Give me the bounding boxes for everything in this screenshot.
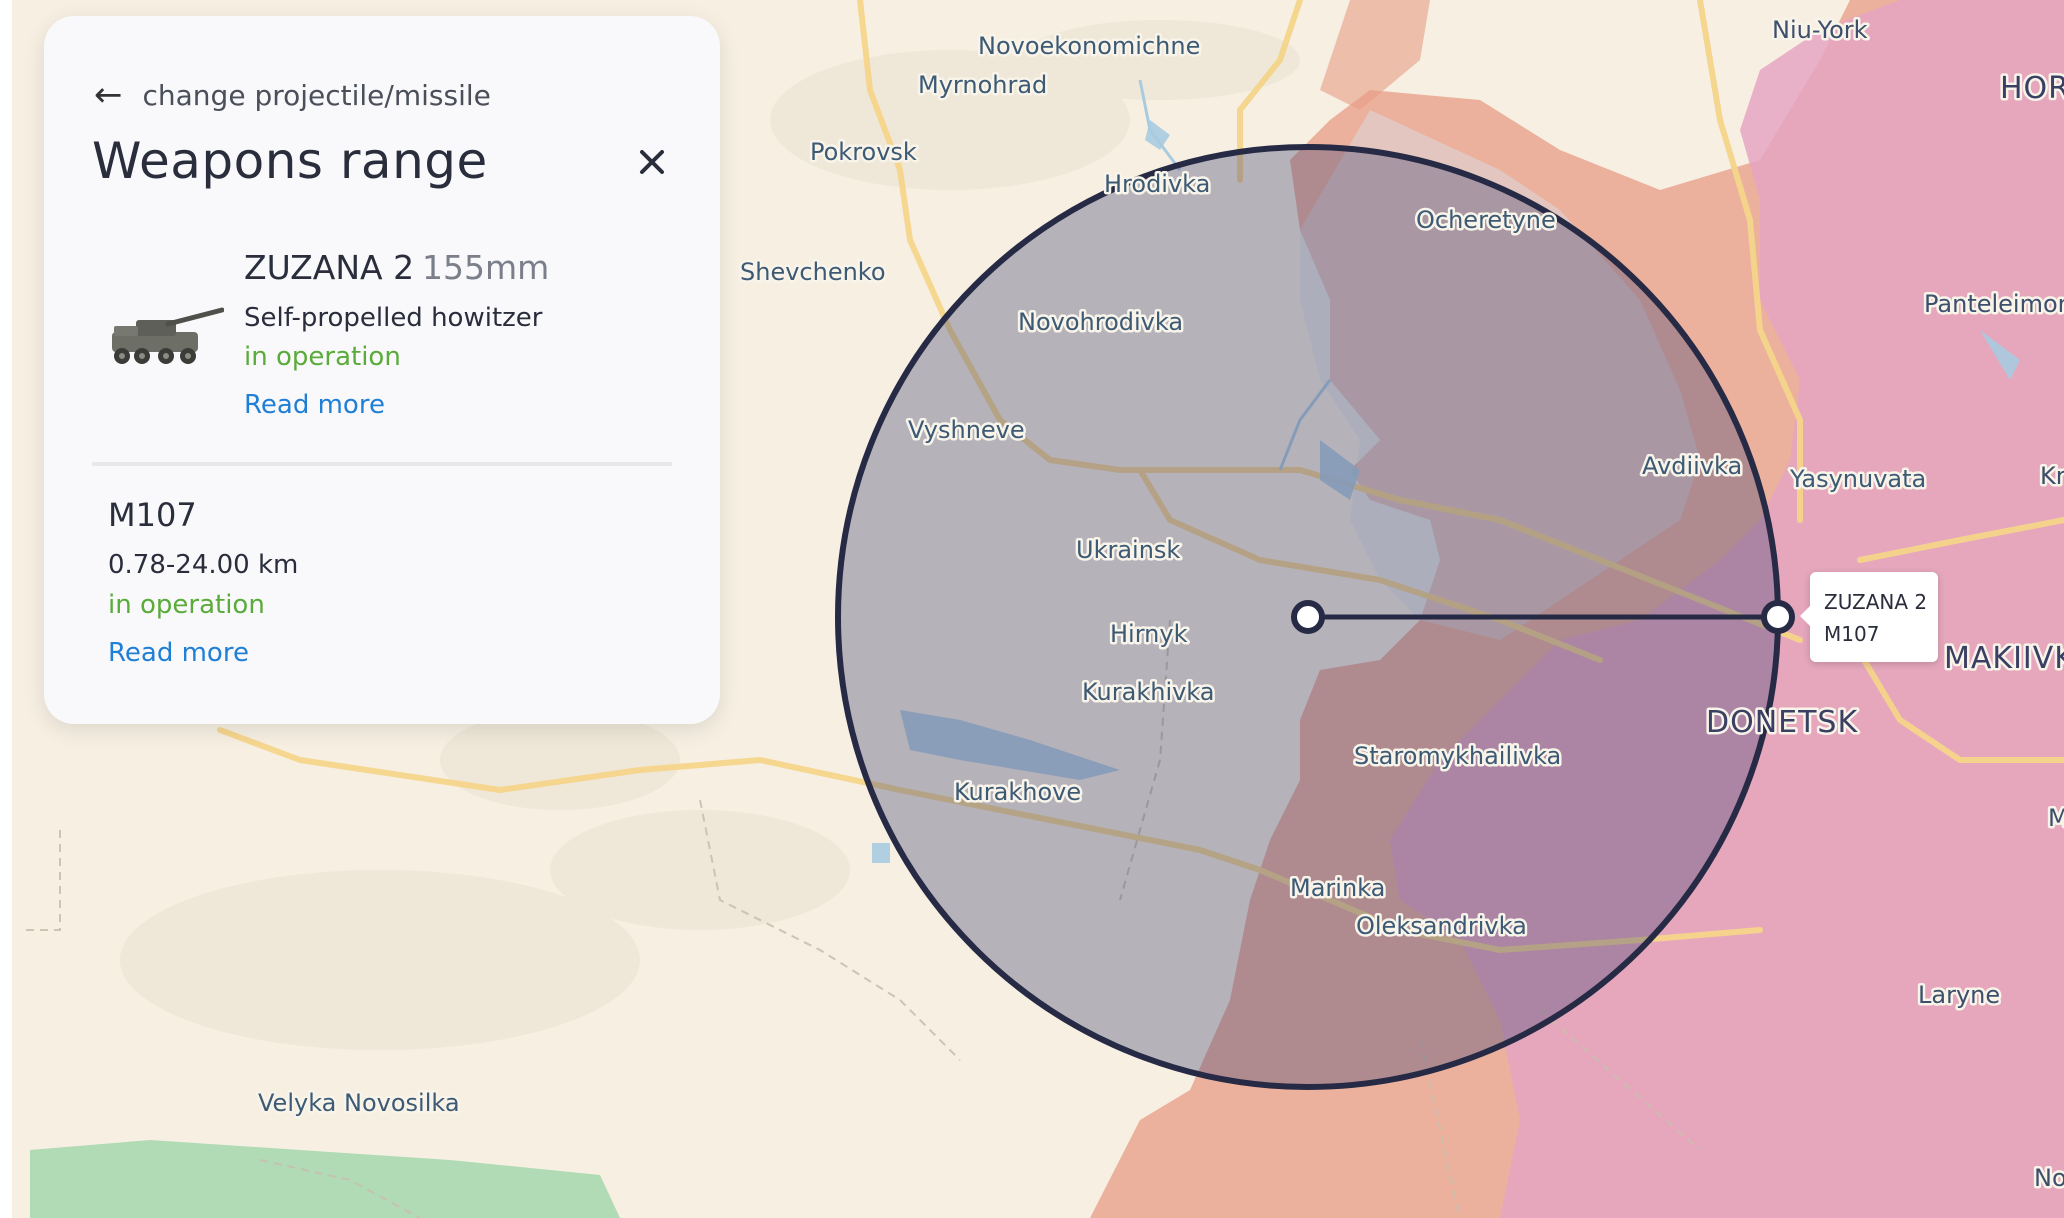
ammo-range: 0.78-24.00 km	[108, 550, 299, 580]
back-arrow-icon: ←	[94, 75, 123, 115]
edge-handle	[1761, 600, 1795, 634]
range-tooltip: ZUZANA 2 M107	[1800, 572, 1938, 662]
weapons-range-panel: ← change projectile/missile Weapons rang…	[44, 16, 720, 724]
back-label: change projectile/missile	[142, 78, 491, 112]
ammo-name: M107	[108, 496, 197, 534]
ammo-read-more-link[interactable]: Read more	[108, 638, 249, 668]
weapon-read-more-link[interactable]: Read more	[244, 390, 385, 420]
weapon-caliber: 155mm	[422, 248, 550, 287]
divider	[92, 462, 672, 466]
weapon-status: in operation	[244, 342, 401, 372]
weapon-name: ZUZANA 2	[244, 248, 415, 287]
change-projectile-button[interactable]: ← change projectile/missile	[94, 78, 491, 112]
tooltip-ammo: M107	[1824, 622, 1880, 646]
center-handle	[1291, 600, 1325, 634]
close-icon[interactable]	[630, 140, 674, 184]
howitzer-image	[112, 307, 224, 364]
tooltip-weapon: ZUZANA 2	[1824, 590, 1928, 614]
weapon-type: Self-propelled howitzer	[244, 303, 543, 333]
ammo-status: in operation	[108, 590, 265, 620]
panel-title: Weapons range	[92, 132, 488, 190]
